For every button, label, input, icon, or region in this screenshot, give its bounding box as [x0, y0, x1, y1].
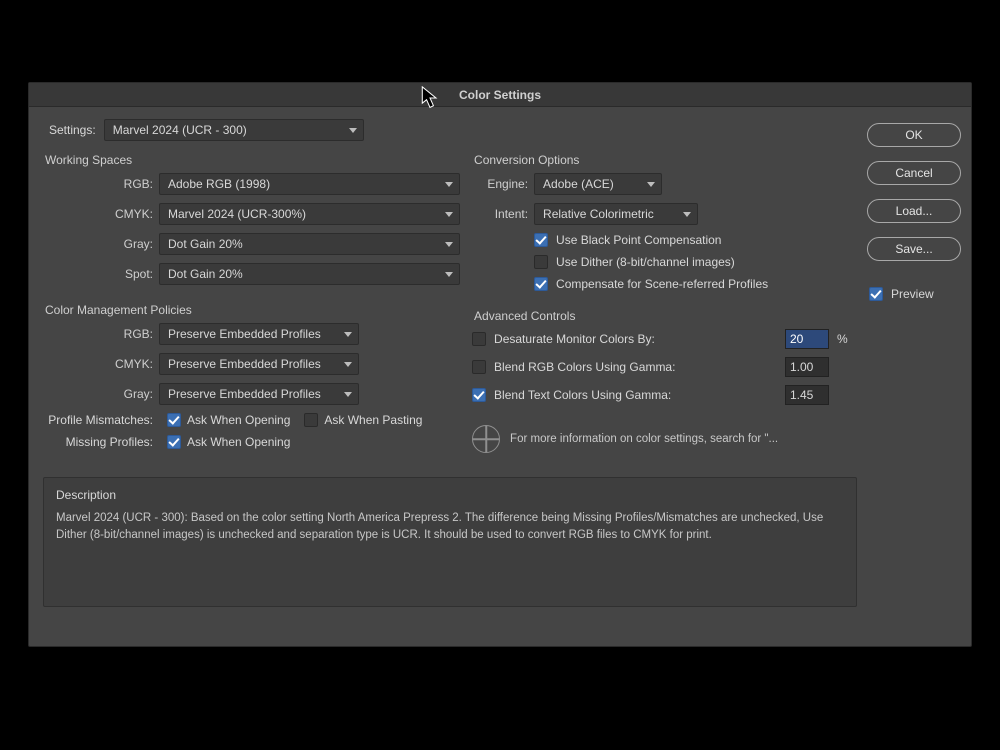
- advanced-group: Advanced Controls Desaturate Monitor Col…: [472, 307, 857, 413]
- mismatch-opening-label: Ask When Opening: [187, 413, 290, 427]
- desat-unit: %: [837, 332, 857, 346]
- pol-cmyk-value: Preserve Embedded Profiles: [168, 357, 321, 371]
- globe-icon: [472, 425, 500, 453]
- working-spaces-group: Working Spaces RGB: Adobe RGB (1998) CMY…: [43, 151, 460, 293]
- dialog-title: Color Settings: [29, 83, 971, 107]
- black-point-checkbox[interactable]: [534, 233, 548, 247]
- description-box: Description Marvel 2024 (UCR - 300): Bas…: [43, 477, 857, 607]
- scene-checkbox[interactable]: [534, 277, 548, 291]
- info-row: For more information on color settings, …: [472, 421, 857, 453]
- intent-label: Intent:: [472, 207, 528, 221]
- desat-checkbox[interactable]: [472, 332, 486, 346]
- blend-text-checkbox[interactable]: [472, 388, 486, 402]
- desat-label: Desaturate Monitor Colors By:: [494, 332, 777, 346]
- blend-text-input[interactable]: 1.45: [785, 385, 829, 405]
- ok-button[interactable]: OK: [867, 123, 961, 147]
- engine-select[interactable]: Adobe (ACE): [534, 173, 662, 195]
- cancel-button[interactable]: Cancel: [867, 161, 961, 185]
- conversion-group: Conversion Options Engine: Adobe (ACE) I…: [472, 151, 857, 299]
- pol-gray-label: Gray:: [43, 387, 153, 401]
- settings-label: Settings:: [49, 123, 96, 137]
- cmyk-value: Marvel 2024 (UCR-300%): [168, 207, 306, 221]
- dither-label: Use Dither (8-bit/channel images): [556, 255, 735, 269]
- description-title: Description: [56, 488, 844, 502]
- mismatch-pasting-checkbox[interactable]: [304, 413, 318, 427]
- save-button[interactable]: Save...: [867, 237, 961, 261]
- settings-select[interactable]: Marvel 2024 (UCR - 300): [104, 119, 364, 141]
- spot-value: Dot Gain 20%: [168, 267, 243, 281]
- pol-cmyk-label: CMYK:: [43, 357, 153, 371]
- conversion-title: Conversion Options: [472, 151, 857, 173]
- pol-gray-value: Preserve Embedded Profiles: [168, 387, 321, 401]
- settings-value: Marvel 2024 (UCR - 300): [113, 123, 247, 137]
- blend-rgb-checkbox[interactable]: [472, 360, 486, 374]
- spot-select[interactable]: Dot Gain 20%: [159, 263, 460, 285]
- engine-value: Adobe (ACE): [543, 177, 614, 191]
- spot-label: Spot:: [43, 267, 153, 281]
- gray-label: Gray:: [43, 237, 153, 251]
- gray-value: Dot Gain 20%: [168, 237, 243, 251]
- advanced-title: Advanced Controls: [472, 307, 857, 329]
- blend-rgb-input[interactable]: 1.00: [785, 357, 829, 377]
- load-button[interactable]: Load...: [867, 199, 961, 223]
- dither-checkbox[interactable]: [534, 255, 548, 269]
- pol-rgb-value: Preserve Embedded Profiles: [168, 327, 321, 341]
- missing-opening-checkbox[interactable]: [167, 435, 181, 449]
- black-point-label: Use Black Point Compensation: [556, 233, 721, 247]
- preview-checkbox[interactable]: [869, 287, 883, 301]
- cmyk-label: CMYK:: [43, 207, 153, 221]
- description-body: Marvel 2024 (UCR - 300): Based on the co…: [56, 510, 844, 545]
- blend-rgb-label: Blend RGB Colors Using Gamma:: [494, 360, 777, 374]
- mismatch-opening-checkbox[interactable]: [167, 413, 181, 427]
- rgb-value: Adobe RGB (1998): [168, 177, 270, 191]
- pol-cmyk-select[interactable]: Preserve Embedded Profiles: [159, 353, 359, 375]
- policies-title: Color Management Policies: [43, 301, 460, 323]
- missing-opening-label: Ask When Opening: [187, 435, 290, 449]
- desat-input[interactable]: 20: [785, 329, 829, 349]
- blend-text-label: Blend Text Colors Using Gamma:: [494, 388, 777, 402]
- cmyk-select[interactable]: Marvel 2024 (UCR-300%): [159, 203, 460, 225]
- intent-value: Relative Colorimetric: [543, 207, 654, 221]
- rgb-label: RGB:: [43, 177, 153, 191]
- scene-label: Compensate for Scene-referred Profiles: [556, 277, 768, 291]
- color-settings-dialog: Color Settings Settings: Marvel 2024 (UC…: [28, 82, 972, 647]
- preview-label: Preview: [891, 287, 934, 301]
- intent-select[interactable]: Relative Colorimetric: [534, 203, 698, 225]
- pol-rgb-label: RGB:: [43, 327, 153, 341]
- pol-gray-select[interactable]: Preserve Embedded Profiles: [159, 383, 359, 405]
- missing-label: Missing Profiles:: [43, 435, 153, 449]
- working-spaces-title: Working Spaces: [43, 151, 460, 173]
- gray-select[interactable]: Dot Gain 20%: [159, 233, 460, 255]
- info-text: For more information on color settings, …: [510, 433, 778, 445]
- policies-group: Color Management Policies RGB: Preserve …: [43, 301, 460, 457]
- engine-label: Engine:: [472, 177, 528, 191]
- rgb-select[interactable]: Adobe RGB (1998): [159, 173, 460, 195]
- mismatch-pasting-label: Ask When Pasting: [324, 413, 422, 427]
- mismatches-label: Profile Mismatches:: [43, 413, 153, 427]
- pol-rgb-select[interactable]: Preserve Embedded Profiles: [159, 323, 359, 345]
